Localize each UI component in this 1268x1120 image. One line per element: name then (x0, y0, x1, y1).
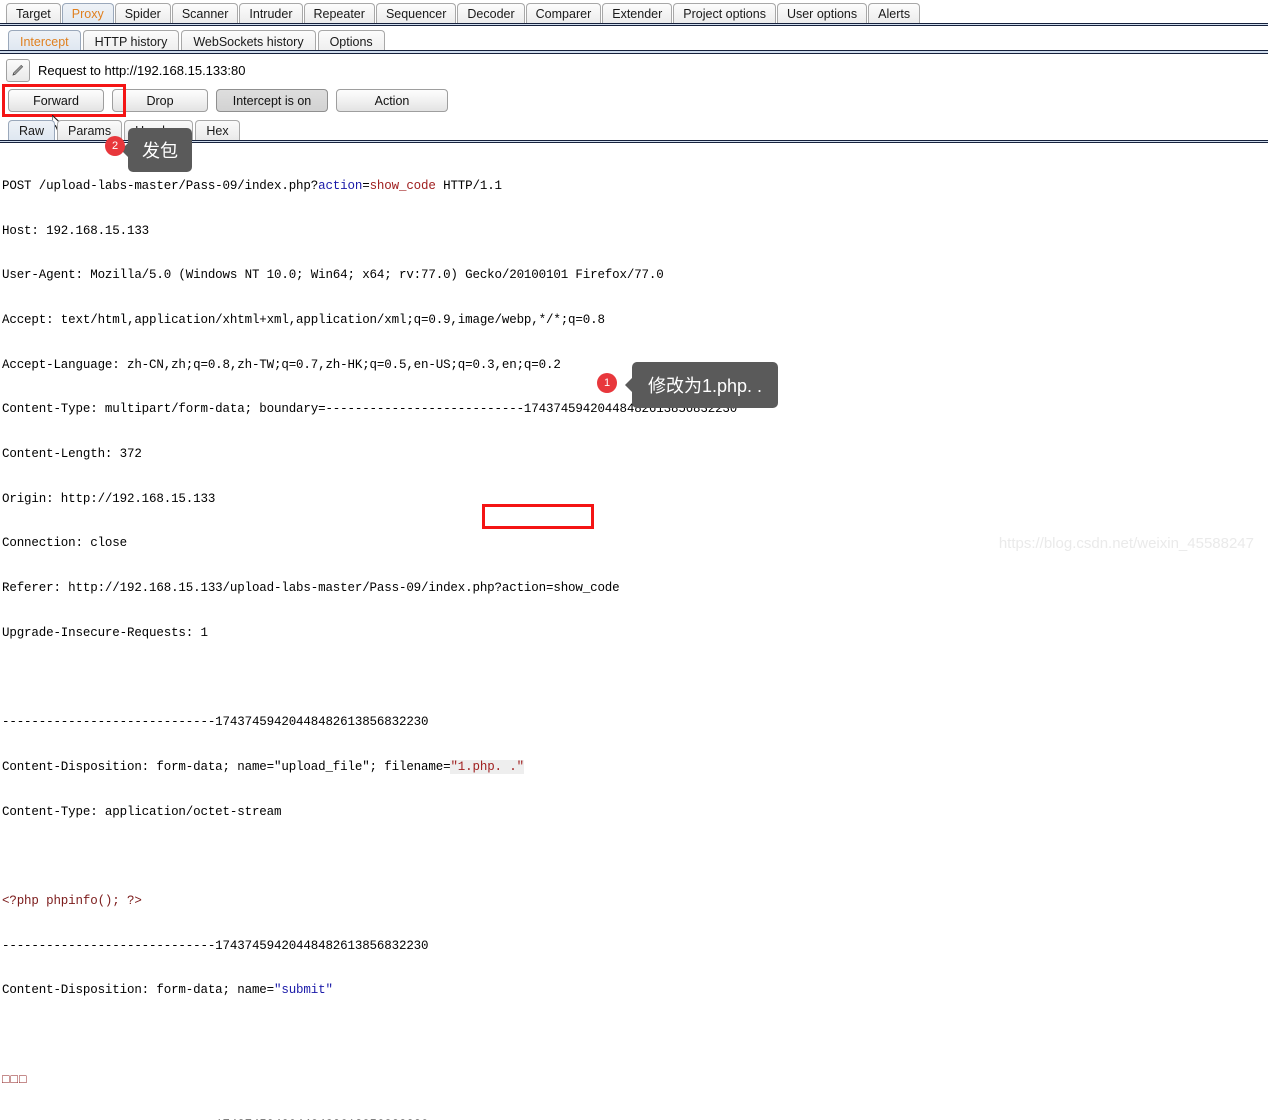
php-payload: <?php phpinfo(); ?> (2, 894, 142, 909)
raw-request-editor[interactable]: POST /upload-labs-master/Pass-09/index.p… (0, 143, 1268, 1120)
header-user-agent: User-Agent: Mozilla/5.0 (Windows NT 10.0… (2, 268, 664, 283)
query-param-value: show_code (369, 178, 436, 193)
submit-name-value: "submit" (274, 983, 333, 998)
multipart-boundary-second: -----------------------------17437459420… (2, 938, 429, 953)
tab-label: Spider (124, 7, 161, 21)
proxy-sub-tab-bar: Intercept HTTP history WebSockets histor… (0, 26, 1268, 54)
request-method-path: POST /upload-labs-master/Pass-09/index.p… (2, 178, 319, 193)
content-disposition-submit: Content-Disposition: form-data; name="su… (2, 983, 1268, 998)
tab-label: Repeater (313, 7, 365, 21)
multipart-boundary-first: -----------------------------17437459420… (2, 715, 429, 730)
header-origin: Origin: http://192.168.15.133 (2, 491, 216, 506)
forward-button-wrapper: Forward (2, 84, 126, 132)
request-line: POST /upload-labs-master/Pass-09/index.p… (2, 179, 1268, 194)
header-accept: Accept: text/html,application/xhtml+xml,… (2, 312, 605, 327)
request-target-label: Request to http://192.168.15.133:80 (38, 62, 246, 78)
tab-label: Sequencer (385, 7, 447, 21)
annotation-badge-number: 1 (603, 377, 611, 389)
forward-button-label: Forward (33, 93, 79, 108)
tab-label: Alerts (878, 7, 911, 21)
tab-label: Target (16, 7, 51, 21)
pencil-icon[interactable] (6, 58, 30, 82)
annotation-badge-2: 2 (105, 136, 125, 156)
tab-label: Proxy (71, 7, 104, 21)
annotation-tooltip-text: 修改为1.php. . (648, 376, 763, 396)
header-referer: Referer: http://192.168.15.133/upload-la… (2, 581, 620, 596)
edtab-label: Hex (206, 124, 229, 138)
action-button[interactable]: Action (336, 89, 448, 112)
annotation-tooltip-modify-filename: 修改为1.php. . (624, 362, 779, 408)
edtab-label: Raw (19, 124, 45, 138)
tab-label: Comparer (535, 7, 592, 21)
tab-label: Decoder (467, 7, 515, 21)
content-disposition-upload-file: Content-Disposition: form-data; name="up… (2, 759, 1268, 775)
edtab-label: Params (68, 124, 112, 138)
subtab-label: Options (329, 35, 373, 49)
request-title-row: Request to http://192.168.15.133:80 (0, 54, 1268, 83)
header-upgrade-insecure-requests: Upgrade-Insecure-Requests: 1 (2, 625, 208, 640)
intercept-action-buttons: Forward Drop Intercept is on Action (0, 83, 1268, 132)
annotation-tooltip-send: 发包 (121, 128, 192, 172)
query-param-name: action (318, 178, 363, 193)
watermark: https://blog.csdn.net/weixin_45588247 (998, 535, 1254, 552)
intercept-toggle-button[interactable]: Intercept is on (216, 89, 328, 112)
query-equals: = (362, 178, 370, 193)
subtab-label: Intercept (20, 35, 69, 49)
subtab-label: HTTP history (94, 35, 168, 49)
intercept-toggle-label: Intercept is on (232, 93, 312, 108)
annotation-tooltip-text: 发包 (142, 141, 178, 161)
pencil-glyph (12, 64, 24, 76)
forward-button[interactable]: Forward (8, 89, 104, 112)
annotation-badge-number: 2 (111, 140, 119, 152)
tab-label: Intruder (249, 7, 293, 21)
drop-button[interactable]: Drop (112, 89, 208, 112)
part-content-type: Content-Type: application/octet-stream (2, 804, 282, 819)
tab-label: Extender (612, 7, 663, 21)
tab-label: Scanner (181, 7, 229, 21)
header-content-length: Content-Length: 372 (2, 447, 142, 462)
tab-label: User options (786, 7, 858, 21)
http-version: HTTP/1.1 (435, 178, 502, 193)
upload-filename-value[interactable]: "1.php. ." (450, 759, 524, 774)
annotation-badge-1: 1 (597, 373, 617, 393)
main-tab-bar: Target Proxy Spider Scanner Intruder Rep… (0, 0, 1268, 26)
filename-highlight-box (482, 504, 594, 529)
tab-label: Project options (683, 7, 766, 21)
multipart-boundary-final: -----------------------------17437459420… (2, 1118, 1268, 1120)
drop-button-label: Drop (146, 93, 174, 108)
unrenderable-chars: □□□ (2, 1072, 28, 1087)
action-button-label: Action (374, 93, 410, 108)
disposition-prefix: Content-Disposition: form-data; name= (2, 983, 274, 998)
sub-tab-bar-divider (0, 50, 1268, 54)
subtab-label: WebSockets history (193, 35, 304, 49)
disposition-prefix: Content-Disposition: form-data; name="up… (2, 759, 451, 774)
header-host: Host: 192.168.15.133 (2, 223, 150, 238)
